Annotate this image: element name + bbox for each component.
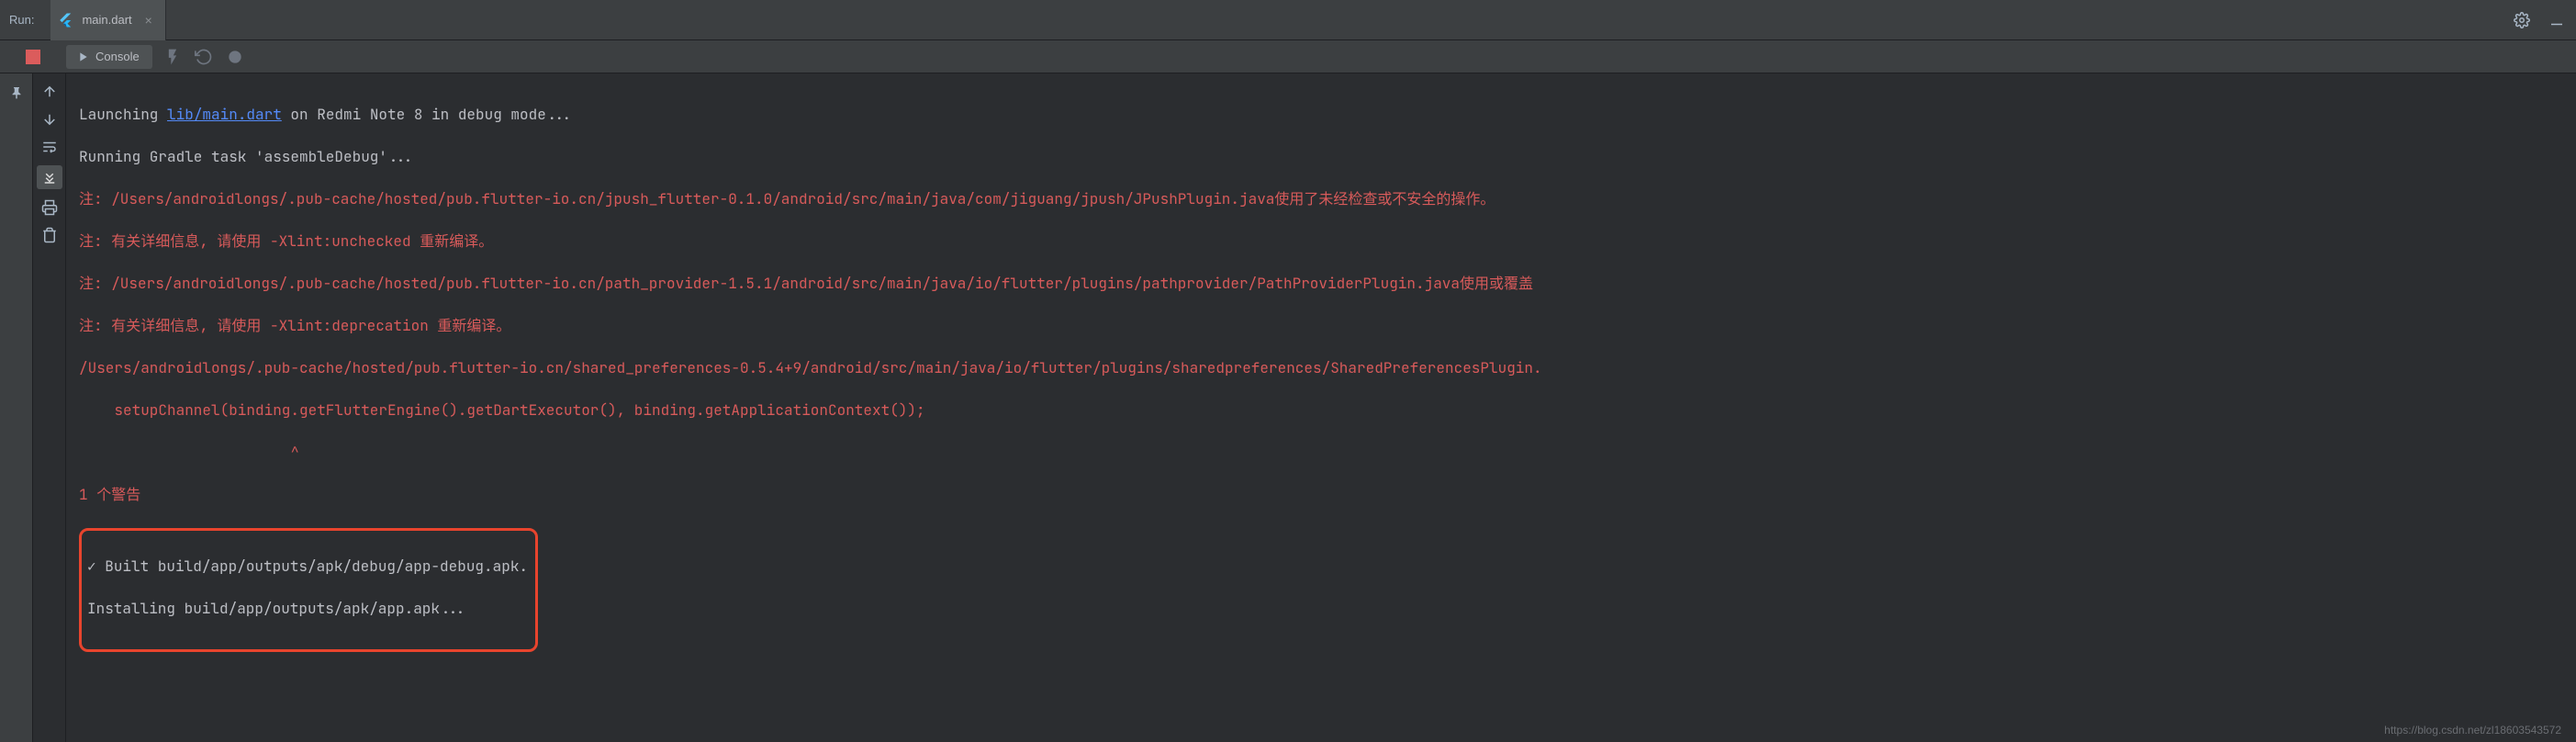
scroll-to-end-icon[interactable]: [37, 165, 62, 189]
console-label: Console: [95, 50, 140, 63]
restart-icon[interactable]: [195, 48, 213, 66]
console-run-icon: [75, 50, 90, 64]
close-icon[interactable]: ×: [145, 13, 152, 28]
highlight-annotation: ✓ Built build/app/outputs/apk/debug/app-…: [79, 528, 538, 652]
devtools-icon[interactable]: [226, 48, 244, 66]
console-line: Launching lib/main.dart on Redmi Note 8 …: [79, 104, 2576, 125]
stop-button[interactable]: [26, 50, 40, 64]
stop-button-col: [0, 40, 66, 73]
console-line-error: 注: 有关详细信息, 请使用 -Xlint:deprecation 重新编译。: [79, 315, 2576, 336]
run-config-tab[interactable]: main.dart ×: [50, 0, 165, 40]
console-line: Installing build/app/outputs/apk/app.apk…: [87, 598, 522, 619]
console-line-error: setupChannel(binding.getFlutterEngine().…: [79, 399, 2576, 421]
arrow-up-icon[interactable]: [40, 83, 59, 101]
console-line: ✓ Built build/app/outputs/apk/debug/app-…: [87, 556, 522, 577]
console-toolbar-row: Console: [0, 40, 2576, 73]
minimize-icon[interactable]: [2548, 12, 2565, 28]
print-icon[interactable]: [40, 198, 59, 217]
run-label: Run:: [9, 13, 34, 27]
soft-wrap-icon[interactable]: [40, 138, 59, 156]
tab-label: main.dart: [82, 13, 131, 27]
console-line-error: 注: /Users/androidlongs/.pub-cache/hosted…: [79, 188, 2576, 209]
watermark: https://blog.csdn.net/zl18603543572: [2384, 724, 2561, 736]
console-line: Running Gradle task 'assembleDebug'...: [79, 146, 2576, 167]
console-line-error: 1 个警告: [79, 484, 2576, 505]
console-line-error: ^: [79, 442, 2576, 463]
console-line-error: 注: 有关详细信息, 请使用 -Xlint:unchecked 重新编译。: [79, 230, 2576, 252]
gutter-column: [33, 73, 66, 742]
file-link[interactable]: lib/main.dart: [167, 105, 282, 124]
trash-icon[interactable]: [40, 226, 59, 244]
flash-icon[interactable]: [163, 48, 182, 66]
console-line-error: 注: /Users/androidlongs/.pub-cache/hosted…: [79, 273, 2576, 294]
pin-column: [0, 73, 33, 742]
console-tab[interactable]: Console: [66, 45, 152, 69]
arrow-down-icon[interactable]: [40, 110, 59, 129]
run-header: Run: main.dart ×: [0, 0, 2576, 40]
console-line-error: /Users/androidlongs/.pub-cache/hosted/pu…: [79, 357, 2576, 378]
gear-icon[interactable]: [2514, 12, 2530, 28]
console-output[interactable]: Launching lib/main.dart on Redmi Note 8 …: [66, 73, 2576, 742]
pin-icon[interactable]: [8, 84, 25, 101]
flutter-icon: [58, 12, 74, 28]
main-area: Launching lib/main.dart on Redmi Note 8 …: [0, 73, 2576, 742]
